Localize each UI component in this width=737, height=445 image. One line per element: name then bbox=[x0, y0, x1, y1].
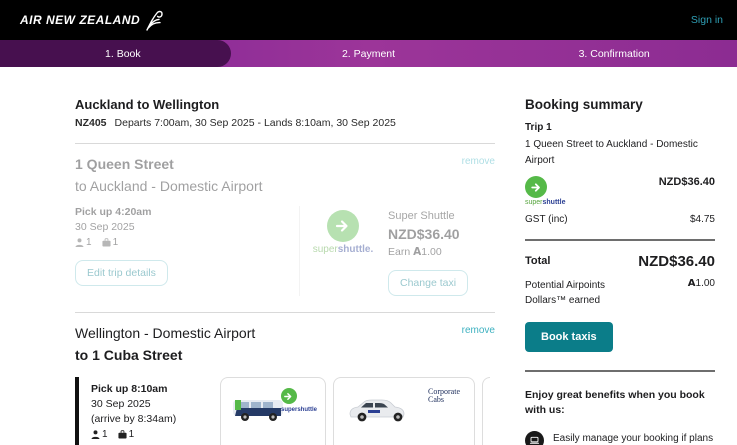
summary-trip-price: NZD$36.40 bbox=[659, 176, 715, 188]
summary-trip-label: Trip 1 bbox=[525, 122, 715, 133]
trip1-edit-trip-button[interactable]: Edit trip details bbox=[75, 260, 168, 286]
taxi-options-list: supershuttle Super Shuttle 11 max 11 max… bbox=[220, 377, 490, 445]
main-column: Auckland to Wellington NZ405 Departs 7:00… bbox=[75, 97, 495, 445]
corporate-cabs-logo: Corporate Cabs bbox=[428, 388, 466, 405]
supershuttle-logo: supershuttle bbox=[525, 176, 565, 206]
flight-times: Departs 7:00am, 30 Sep 2025 - Lands 8:10… bbox=[115, 117, 396, 129]
flight-number: NZ405 bbox=[75, 117, 107, 129]
tab-book[interactable]: 1. Book bbox=[0, 40, 246, 67]
person-icon bbox=[91, 430, 100, 439]
person-icon bbox=[75, 238, 84, 247]
flight-route-title: Auckland to Wellington bbox=[75, 97, 495, 112]
trip1-remove-link[interactable]: remove bbox=[462, 156, 495, 167]
taxi-option-corporate-cabs[interactable]: Corporate Cabs Corporate Cabs (WLG) 4 ma… bbox=[333, 377, 475, 445]
trip1-provider-name: Super Shuttle bbox=[388, 210, 468, 222]
airpoints-icon: A bbox=[688, 278, 696, 289]
flight-details: NZ405 Departs 7:00am, 30 Sep 2025 - Lands… bbox=[75, 117, 495, 129]
benefits-title: Enjoy great benefits when you book with … bbox=[525, 388, 715, 420]
koru-icon bbox=[144, 9, 164, 31]
trip2-pickup-date: 30 Sep 2025 bbox=[91, 398, 220, 410]
book-taxis-button[interactable]: Book taxis bbox=[525, 322, 613, 352]
summary-divider bbox=[525, 239, 715, 241]
trip2-pickup-time: Pick up 8:10am bbox=[91, 383, 220, 395]
airnz-logo[interactable]: AIR NEW ZEALAND bbox=[20, 9, 164, 31]
tab-payment[interactable]: 2. Payment bbox=[246, 40, 492, 67]
trip-2-section: Wellington - Domestic Airport remove to … bbox=[75, 313, 495, 445]
supershuttle-logo: supershuttle bbox=[281, 388, 317, 413]
trip2-passenger-count: 1 bbox=[91, 429, 108, 440]
supershuttle-arrow-icon bbox=[525, 176, 547, 198]
trip1-earn: Earn A1.00 bbox=[388, 246, 468, 258]
total-label: Total bbox=[525, 255, 550, 267]
trip2-remove-link[interactable]: remove bbox=[462, 325, 495, 336]
trip1-passenger-count: 1 bbox=[75, 237, 92, 248]
booking-summary-panel: Booking summary Trip 1 1 Queen Street to… bbox=[525, 97, 715, 445]
benefit-item: Easily manage your booking if plans chan… bbox=[525, 431, 715, 445]
booking-summary-title: Booking summary bbox=[525, 97, 715, 112]
trip1-pickup-time: Pick up 4:20am bbox=[75, 206, 287, 218]
total-value: NZD$36.40 bbox=[638, 253, 715, 270]
trip1-price: NZD$36.40 bbox=[388, 226, 468, 242]
trip1-from-address: 1 Queen Street bbox=[75, 156, 174, 172]
gst-value: $4.75 bbox=[690, 214, 715, 225]
taxi-option-partial[interactable] bbox=[482, 377, 490, 445]
trip-1-section: 1 Queen Street remove to Auckland - Dome… bbox=[75, 144, 495, 296]
sign-in-link[interactable]: Sign in bbox=[691, 14, 723, 26]
benefit-text: Easily manage your booking if plans chan… bbox=[553, 431, 715, 445]
trip1-change-taxi-button[interactable]: Change taxi bbox=[388, 270, 468, 296]
trip2-from-address: Wellington - Domestic Airport bbox=[75, 325, 255, 341]
laptop-icon bbox=[525, 431, 544, 445]
vertical-divider bbox=[299, 206, 300, 296]
airpoints-earned-label: Potential Airpoints Dollars™ earned bbox=[525, 278, 645, 308]
sedan-car-image bbox=[342, 386, 420, 430]
trip2-bag-count: 1 bbox=[118, 429, 135, 440]
supershuttle-logo: supershuttle. bbox=[312, 210, 374, 296]
top-bar: AIR NEW ZEALAND Sign in bbox=[0, 0, 737, 40]
briefcase-icon bbox=[102, 238, 111, 247]
trip2-pickup-details: Pick up 8:10am 30 Sep 2025 (arrive by 8:… bbox=[75, 377, 220, 445]
trip2-arrive-by: (arrive by 8:34am) bbox=[91, 413, 220, 425]
taxi-option-super-shuttle[interactable]: supershuttle Super Shuttle 11 max 11 max… bbox=[220, 377, 326, 445]
trip1-pickup-date: 30 Sep 2025 bbox=[75, 221, 287, 233]
progress-bar: 1. Book 2. Payment 3. Confirmation bbox=[0, 40, 737, 67]
briefcase-icon bbox=[118, 430, 127, 439]
gst-label: GST (inc) bbox=[525, 214, 568, 225]
airpoints-earned-value: A1.00 bbox=[688, 278, 715, 308]
tab-confirmation[interactable]: 3. Confirmation bbox=[491, 40, 737, 67]
brand-name: AIR NEW ZEALAND bbox=[20, 13, 140, 27]
summary-divider bbox=[525, 370, 715, 372]
trip1-to-address: to Auckland - Domestic Airport bbox=[75, 178, 495, 194]
supershuttle-arrow-icon bbox=[327, 210, 359, 242]
trip2-to-address: to 1 Cuba Street bbox=[75, 347, 495, 363]
trip1-bag-count: 1 bbox=[102, 237, 119, 248]
summary-trip-description: 1 Queen Street to Auckland - Domestic Ai… bbox=[525, 137, 715, 168]
